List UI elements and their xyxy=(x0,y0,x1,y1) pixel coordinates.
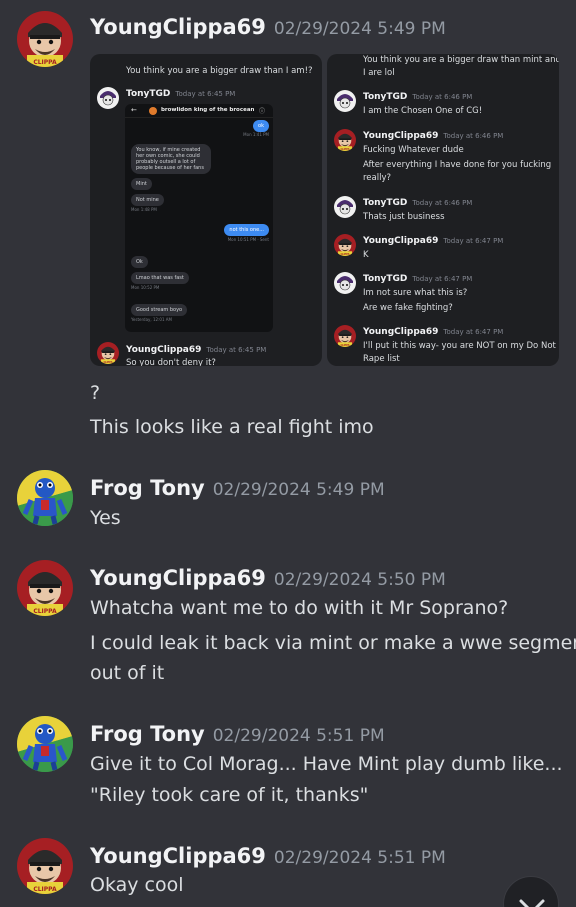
clippa-avatar-icon xyxy=(334,129,356,151)
phone-header: ← browlidon king of the brocean ⓘ xyxy=(125,104,273,118)
clippa-avatar-icon xyxy=(334,234,356,256)
clippa-avatar-icon[interactable] xyxy=(17,560,73,616)
message-group-1: YoungClippa69 02/29/2024 5:49 PM You thin… xyxy=(0,0,576,450)
message-text: Whatcha want me to do with it Mr Soprano… xyxy=(90,597,509,619)
message-group-4: Frog Tony 02/29/2024 5:51 PM Give it to C… xyxy=(0,716,576,816)
embed-author: YoungClippa69 Today at 6:47 PM xyxy=(363,236,504,246)
embed-text: Are we fake fighting? xyxy=(363,303,453,313)
embed-author: YoungClippa69 Today at 6:47 PM xyxy=(363,327,504,337)
phone-bubble: Lmao that was fast xyxy=(131,272,189,284)
embed-text: You think you are a bigger draw than min… xyxy=(363,55,559,65)
timestamp: 02/29/2024 5:49 PM xyxy=(273,19,446,39)
phone-bubble: Good stream boyo xyxy=(131,304,188,316)
phone-stamp: Mon 10:51 PM · Sent xyxy=(227,237,269,242)
phone-bubble: ok xyxy=(253,120,269,132)
message-text: Okay cool xyxy=(90,874,184,896)
phone-bubble: Not mine xyxy=(131,194,164,206)
scroll-to-bottom-button[interactable] xyxy=(503,876,559,907)
tony-avatar-icon xyxy=(334,90,356,112)
embed-author: YoungClippa69 Today at 6:45 PM xyxy=(126,345,267,355)
username[interactable]: Frog Tony 02/29/2024 5:51 PM xyxy=(90,722,385,746)
timestamp: 02/29/2024 5:50 PM xyxy=(273,570,446,590)
phone-stamp: Yesterday, 12:01 AM xyxy=(131,317,172,322)
timestamp: 02/29/2024 5:49 PM xyxy=(212,480,385,500)
username[interactable]: YoungClippa69 02/29/2024 5:49 PM xyxy=(90,15,446,39)
clippa-avatar-icon xyxy=(334,325,356,347)
embed-text: I am the Chosen One of CG! xyxy=(363,106,483,116)
phone-bubble: Mint xyxy=(131,178,152,190)
phone-contact-name: browlidon king of the brocean xyxy=(161,107,255,113)
clippa-avatar-icon xyxy=(97,342,119,364)
back-arrow-icon: ← xyxy=(131,106,137,114)
username[interactable]: Frog Tony 02/29/2024 5:49 PM xyxy=(90,476,385,500)
clippa-avatar-icon[interactable] xyxy=(17,838,73,894)
phone-bubble: not this one... xyxy=(224,224,269,236)
embed-text: Rape list xyxy=(363,354,400,364)
message-text: I could leak it back via mint or make a … xyxy=(90,632,576,654)
tony-avatar-icon xyxy=(97,87,119,109)
phone-stamp: Mon 10:52 PM xyxy=(131,285,160,290)
embed-text: So you don't deny it? xyxy=(126,358,216,366)
embed-text: I'll put it this way- you are NOT on my … xyxy=(363,341,556,351)
caption-top: You think you are a bigger draw than I a… xyxy=(126,66,313,76)
image-attachment-right[interactable]: You think you are a bigger draw than min… xyxy=(327,54,559,366)
embed-text: Im not sure what this is? xyxy=(363,288,468,298)
embed-author: TonyTGD Today at 6:46 PM xyxy=(363,92,473,102)
message-group-2: Frog Tony 02/29/2024 5:49 PM Yes xyxy=(0,470,576,540)
timestamp: 02/29/2024 5:51 PM xyxy=(212,726,385,746)
embed-text: After everything I have done for you fuc… xyxy=(363,160,552,170)
embed-text: I are lol xyxy=(363,68,395,78)
message-text: ? xyxy=(90,382,101,404)
embed-text: K xyxy=(363,250,369,260)
phone-bubble: Ok xyxy=(131,256,148,268)
frog-avatar-icon[interactable] xyxy=(17,470,73,526)
embed-author: YoungClippa69 Today at 6:46 PM xyxy=(363,131,504,141)
info-icon: ⓘ xyxy=(258,108,265,115)
image-attachment-left[interactable]: You think you are a bigger draw than I a… xyxy=(90,54,322,366)
message-text: out of it xyxy=(90,662,165,684)
message-text: Give it to Col Morag... Have Mint play d… xyxy=(90,753,563,775)
phone-bubble: You know, if mine created her own comic,… xyxy=(131,144,211,174)
timestamp: 02/29/2024 5:51 PM xyxy=(273,848,446,868)
username[interactable]: YoungClippa69 02/29/2024 5:51 PM xyxy=(90,844,446,868)
embed-author: TonyTGD Today at 6:45 PM xyxy=(126,89,236,99)
phone-screenshot: ← browlidon king of the brocean ⓘ ok Mon… xyxy=(125,104,273,332)
username[interactable]: YoungClippa69 02/29/2024 5:50 PM xyxy=(90,566,446,590)
phone-stamp: Mon 1:48 PM xyxy=(131,207,157,212)
message-text: This looks like a real fight imo xyxy=(90,416,374,438)
embed-text: Thats just business xyxy=(363,212,445,222)
message-group-3: YoungClippa69 02/29/2024 5:50 PM Whatcha … xyxy=(0,560,576,690)
message-text: Yes xyxy=(90,507,121,529)
tony-avatar-icon xyxy=(334,196,356,218)
chevron-down-icon xyxy=(519,899,545,907)
embed-text: Fucking Whatever dude xyxy=(363,145,464,155)
message-group-5: YoungClippa69 02/29/2024 5:51 PM Okay coo… xyxy=(0,838,576,907)
tony-avatar-icon xyxy=(334,272,356,294)
embed-text: really? xyxy=(363,173,392,183)
frog-avatar-icon[interactable] xyxy=(17,716,73,772)
clippa-avatar-icon[interactable] xyxy=(17,11,73,67)
contact-avatar-icon xyxy=(149,107,157,115)
phone-stamp: Mon 1:41 PM xyxy=(243,132,269,137)
embed-author: TonyTGD Today at 6:47 PM xyxy=(363,274,473,284)
embed-author: TonyTGD Today at 6:46 PM xyxy=(363,198,473,208)
message-text: "Riley took care of it, thanks" xyxy=(90,784,369,806)
